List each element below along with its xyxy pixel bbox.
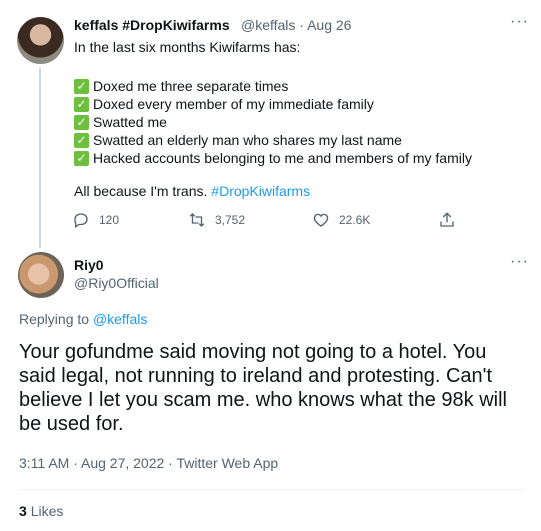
list-item: ✓ Doxed every member of my immediate fami… (74, 95, 472, 113)
check-mark-icon: ✓ (74, 114, 89, 130)
tweet-closing: All because I'm trans. #DropKiwifarms (74, 183, 311, 199)
like-button[interactable]: 22.6K (312, 211, 370, 229)
timestamp[interactable]: 3:11 AM · Aug 27, 2022 · Twitter Web App (19, 455, 278, 471)
avatar[interactable] (18, 252, 64, 298)
author-name[interactable]: Riy0 (74, 257, 104, 273)
thread-line (39, 68, 41, 248)
check-mark-icon: ✓ (74, 150, 89, 166)
replying-to: Replying to @keffals (19, 311, 148, 327)
author-name[interactable]: keffals #DropKiwifarms (74, 17, 230, 33)
replying-to-handle-link[interactable]: @keffals (93, 311, 147, 327)
more-options-icon[interactable]: ··· (510, 13, 529, 31)
check-list: ✓ Doxed me three separate times ✓ Doxed ev… (74, 77, 472, 167)
heart-icon (313, 213, 329, 227)
reply-button[interactable]: 120 (72, 211, 119, 229)
share-icon (440, 212, 454, 227)
parent-tweet[interactable]: keffals #DropKiwifarms @keffals · Aug 26… (0, 0, 541, 248)
retweet-icon (189, 213, 205, 227)
author-handle[interactable]: @Riy0Official (74, 275, 159, 291)
divider (19, 489, 524, 490)
tweet-intro: In the last six months Kiwifarms has: (74, 39, 301, 55)
list-item: ✓ Doxed me three separate times (74, 77, 472, 95)
retweet-button[interactable]: 3,752 (188, 211, 245, 229)
more-options-icon[interactable]: ··· (510, 253, 529, 271)
author-handle-date: @keffals · Aug 26 (241, 17, 352, 33)
list-item: ✓ Hacked accounts belonging to me and mem… (74, 149, 472, 167)
avatar[interactable] (17, 17, 64, 64)
list-item: ✓ Swatted me (74, 113, 472, 131)
reply-icon (74, 213, 88, 229)
reply-text: Your gofundme said moving not going to a… (19, 341, 507, 435)
check-mark-icon: ✓ (74, 96, 89, 112)
hashtag-link[interactable]: #DropKiwifarms (211, 183, 310, 199)
list-item: ✓ Swatted an elderly man who shares my la… (74, 131, 472, 149)
check-mark-icon: ✓ (74, 132, 89, 148)
share-button[interactable] (438, 211, 465, 229)
check-mark-icon: ✓ (74, 78, 89, 94)
likes-count-link[interactable]: 3 Likes (19, 503, 63, 519)
tweet-actions: 120 3,752 22.6K (72, 211, 472, 233)
